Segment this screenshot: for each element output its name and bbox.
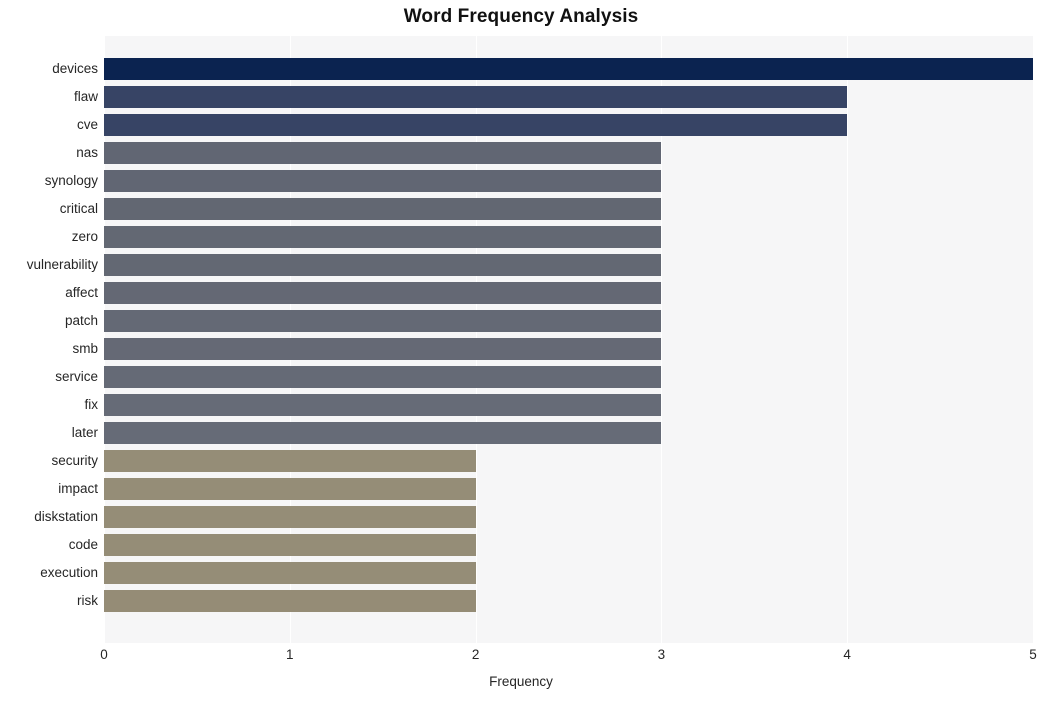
bar-flaw[interactable] xyxy=(104,86,848,109)
y-axis-tick-labels: devices flaw cve nas synology critical zero vul… xyxy=(0,36,98,643)
bar-cve[interactable] xyxy=(104,114,848,137)
bar-vulnerability[interactable] xyxy=(104,254,662,277)
y-tick-label-cve: cve xyxy=(76,117,98,133)
y-tick-label-risk: risk xyxy=(77,592,98,608)
x-tick-label-3: 3 xyxy=(657,647,666,662)
y-tick-label-synology: synology xyxy=(44,173,98,189)
bars-layer xyxy=(104,36,1033,643)
y-tick-label-nas: nas xyxy=(76,145,98,161)
bar-execution[interactable] xyxy=(104,561,476,584)
chart-title: Word Frequency Analysis xyxy=(403,6,639,27)
bar-impact[interactable] xyxy=(104,477,476,500)
y-tick-label-code: code xyxy=(68,536,98,552)
bar-service[interactable] xyxy=(104,365,662,388)
y-tick-label-critical: critical xyxy=(59,201,98,217)
bar-synology[interactable] xyxy=(104,170,662,193)
x-axis-title: Frequency xyxy=(489,674,553,689)
y-tick-label-devices: devices xyxy=(52,61,98,77)
bar-patch[interactable] xyxy=(104,310,662,333)
y-tick-label-vulnerability: vulnerability xyxy=(26,257,98,273)
y-tick-label-impact: impact xyxy=(58,480,98,496)
y-tick-label-security: security xyxy=(51,452,98,468)
x-axis-tick-labels: 0 1 2 3 4 5 xyxy=(0,646,1042,668)
y-tick-label-fix: fix xyxy=(84,396,99,412)
x-tick-label-2: 2 xyxy=(471,647,480,662)
y-tick-label-diskstation: diskstation xyxy=(34,508,98,524)
bar-nas[interactable] xyxy=(104,142,662,165)
bar-security[interactable] xyxy=(104,449,476,472)
bar-later[interactable] xyxy=(104,421,662,444)
x-tick-label-4: 4 xyxy=(843,647,851,662)
y-tick-label-smb: smb xyxy=(72,341,98,356)
bar-fix[interactable] xyxy=(104,393,662,416)
y-tick-label-flaw: flaw xyxy=(73,89,98,105)
x-tick-label-1: 1 xyxy=(286,647,294,662)
x-tick-label-5: 5 xyxy=(1029,647,1037,662)
bar-diskstation[interactable] xyxy=(104,505,476,528)
y-tick-label-service: service xyxy=(55,368,98,384)
bar-smb[interactable] xyxy=(104,338,662,360)
y-tick-label-zero: zero xyxy=(71,229,98,245)
plot-area xyxy=(104,36,1033,643)
x-tick-label-0: 0 xyxy=(100,647,108,662)
bar-devices[interactable] xyxy=(104,58,1033,81)
bar-code[interactable] xyxy=(104,533,476,556)
y-tick-label-affect: affect xyxy=(65,285,98,301)
bar-risk[interactable] xyxy=(104,589,476,612)
y-tick-label-later: later xyxy=(71,424,98,440)
y-tick-label-patch: patch xyxy=(64,313,98,329)
bar-critical[interactable] xyxy=(104,198,662,221)
bar-zero[interactable] xyxy=(104,226,662,249)
y-tick-label-execution: execution xyxy=(40,564,98,580)
bar-affect[interactable] xyxy=(104,282,662,305)
word-frequency-bar-chart: Word Frequency Analysis devices flaw cve na… xyxy=(0,0,1042,701)
